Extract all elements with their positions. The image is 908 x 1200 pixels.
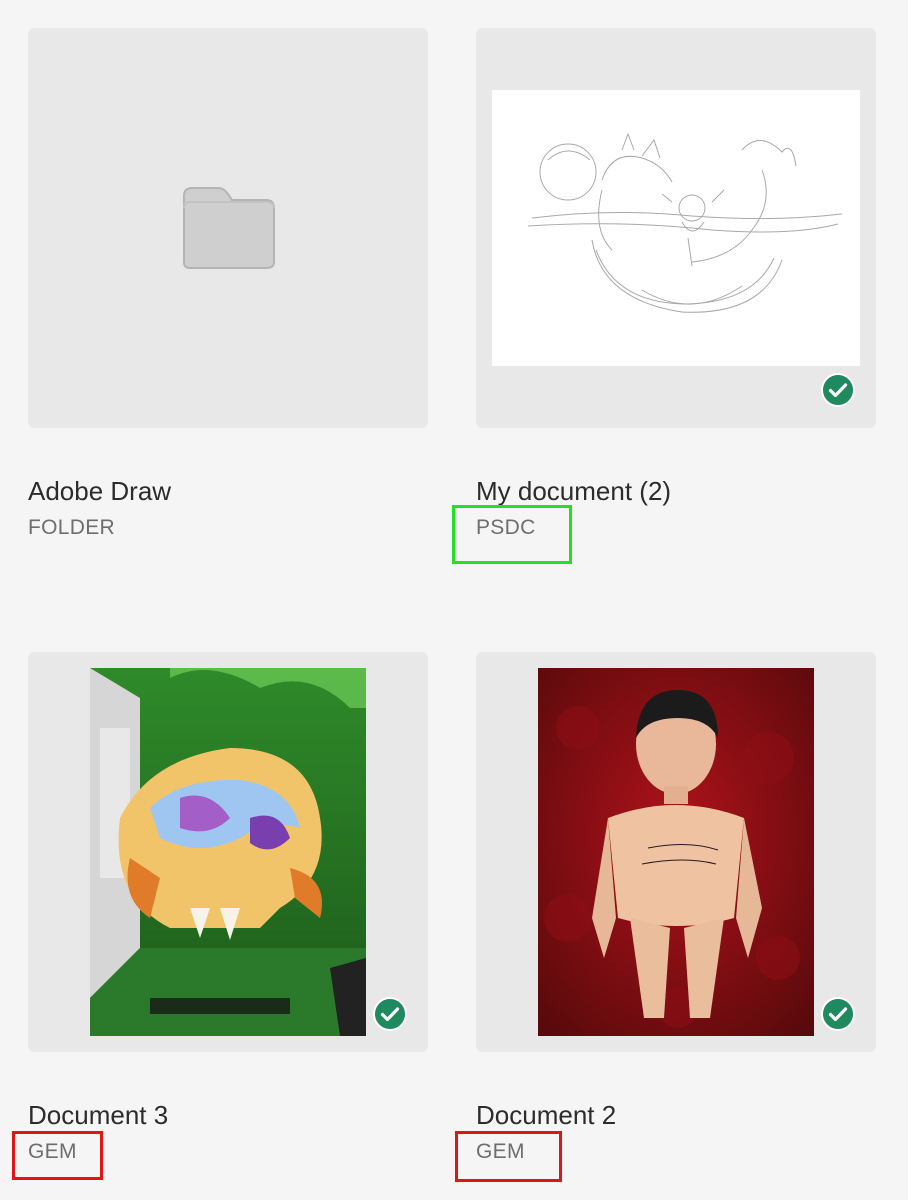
sketch-thumbnail bbox=[492, 90, 860, 366]
document-card-document-3[interactable] bbox=[28, 652, 428, 1052]
document-card-my-document-2[interactable] bbox=[476, 28, 876, 428]
wooden-figure-photo-thumbnail bbox=[538, 668, 814, 1036]
synced-check-icon bbox=[821, 373, 855, 407]
folder-card-adobe-draw[interactable] bbox=[28, 28, 428, 428]
item-title: My document (2) bbox=[476, 476, 672, 506]
item-title: Document 2 bbox=[476, 1100, 617, 1130]
document-card-document-2[interactable] bbox=[476, 652, 876, 1052]
item-title: Adobe Draw bbox=[28, 476, 172, 506]
synced-check-icon bbox=[821, 997, 855, 1031]
item-title: Document 3 bbox=[28, 1100, 169, 1130]
skull-artwork-thumbnail bbox=[90, 668, 366, 1036]
item-type-label: FOLDER bbox=[28, 516, 115, 539]
document-grid: Adobe Draw FOLDER My document (2) PSDC D… bbox=[0, 0, 908, 1200]
folder-icon bbox=[183, 187, 275, 269]
item-type-label: PSDC bbox=[476, 516, 536, 539]
synced-check-icon bbox=[373, 997, 407, 1031]
item-type-label: GEM bbox=[28, 1140, 77, 1163]
item-type-label: GEM bbox=[476, 1140, 525, 1163]
